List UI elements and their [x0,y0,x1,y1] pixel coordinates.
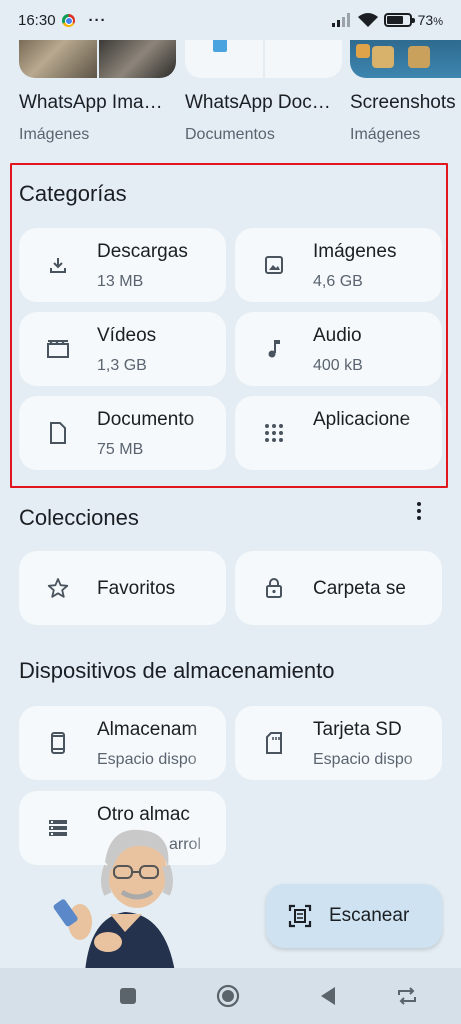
recent-item-screenshots[interactable]: Screenshots Imágenes [350,40,461,143]
category-label: Audio [313,325,362,346]
collection-label: Favoritos [97,578,176,599]
category-audio[interactable]: Audio 400 kB [235,312,442,386]
music-note-icon [263,338,285,360]
recent-thumbnail [185,40,342,78]
category-label: Documento [97,409,195,430]
recent-subtitle: Imágenes [19,126,90,143]
sd-card-icon [263,732,285,754]
recent-item-whatsapp-docs[interactable]: WhatsApp Doc… Documentos [185,40,345,143]
collections-title: Colecciones [19,505,139,530]
storage-internal[interactable]: Almacenam Espacio dispo [19,706,226,780]
collection-favorites[interactable]: Favoritos [19,551,226,625]
category-images[interactable]: Imágenes 4,6 GB [235,228,442,302]
category-label: Descargas [97,241,188,262]
category-label: Vídeos [97,325,157,346]
wifi-icon [357,12,378,27]
storage-sd-card[interactable]: Tarjeta SD Espacio dispo [235,706,442,780]
category-size: 4,6 GB [313,273,363,290]
recent-subtitle: Documentos [185,126,275,143]
storage-sub: Espacio dispo [313,751,413,768]
recent-title: Screenshots [350,92,456,113]
download-icon [47,254,69,276]
image-icon [263,254,285,276]
phone-icon [47,732,69,754]
category-label: Imágenes [313,241,397,262]
battery-percent: 73% [417,12,443,28]
rotate-screen-icon[interactable] [395,984,419,1008]
status-bar: 16:30 ··· 73% [0,0,461,40]
storage-label: Tarjeta SD [313,719,402,740]
collection-safe-folder[interactable]: Carpeta se [235,551,442,625]
category-size: 75 MB [97,441,144,458]
document-file-icon [213,40,227,52]
back-icon[interactable] [316,984,340,1008]
category-size: 13 MB [97,273,144,290]
apps-grid-icon [263,422,285,444]
video-icon [47,338,69,360]
category-label: Aplicacione [313,409,411,430]
recent-files-row: WhatsApp Ima… Imágenes WhatsApp Doc… Doc… [0,40,461,150]
more-options-icon[interactable] [410,500,428,522]
status-time: 16:30 [18,11,56,29]
category-documents[interactable]: Documento 75 MB [19,396,226,470]
categories-title: Categorías [19,181,127,206]
more-notifications-icon: ··· [88,11,107,29]
collection-label: Carpeta se [313,578,406,599]
storage-title: Dispositivos de almacenamiento [19,658,335,683]
battery-fill [386,16,403,24]
category-apps[interactable]: Aplicacione [235,396,442,470]
avatar-sticker [53,829,175,972]
recent-title: WhatsApp Doc… [185,92,331,113]
storage-sub: Espacio dispo [97,751,197,768]
category-downloads[interactable]: Descargas 13 MB [19,228,226,302]
scan-icon [288,904,312,933]
system-navigation-bar [0,968,461,1024]
star-icon [47,577,69,599]
battery-icon [383,13,415,27]
recent-subtitle: Imágenes [350,126,421,143]
lock-icon [263,577,285,599]
document-icon [47,422,69,444]
scan-button[interactable]: Escanear [266,884,442,948]
home-icon[interactable] [216,984,240,1008]
category-size: 1,3 GB [97,357,147,374]
storage-label: Almacenam [97,719,198,740]
recent-title: WhatsApp Ima… [19,92,163,113]
recent-item-whatsapp-images[interactable]: WhatsApp Ima… Imágenes [19,40,179,143]
recent-thumbnail [350,40,461,78]
category-size: 400 kB [313,357,363,374]
scan-label: Escanear [329,905,410,926]
signal-icon [331,13,350,27]
recent-thumbnail [19,40,176,78]
recents-icon[interactable] [116,984,140,1008]
category-videos[interactable]: Vídeos 1,3 GB [19,312,226,386]
chrome-notification-icon [61,13,75,27]
